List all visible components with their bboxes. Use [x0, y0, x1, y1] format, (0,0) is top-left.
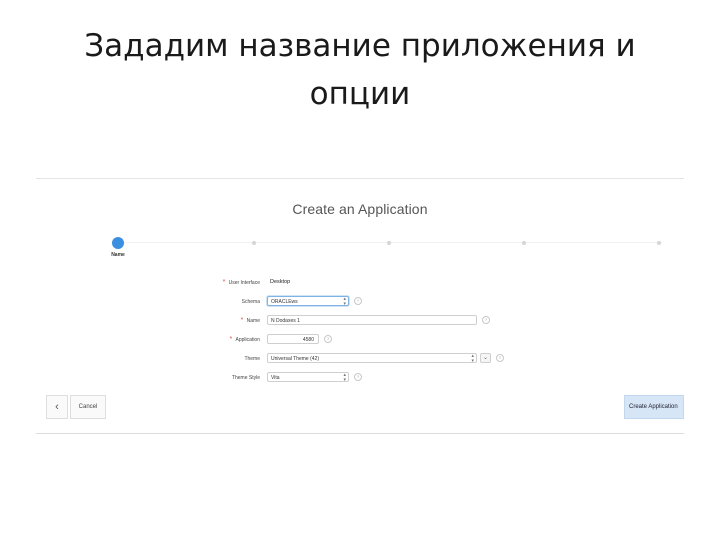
theme-style-label: Theme Style	[231, 375, 260, 381]
select-arrows-icon: ▴ ▾	[343, 372, 346, 383]
create-app-form: * User Interface Desktop Schema ORACLEws …	[208, 275, 528, 389]
chevron-left-icon: ‹	[55, 401, 59, 413]
wizard-step-5[interactable]	[657, 241, 661, 245]
wizard-step-label: Name	[111, 252, 125, 258]
wizard-progress: Name	[36, 235, 684, 265]
theme-select[interactable]: Universal Theme (42) ▴ ▾	[267, 353, 477, 364]
application-id-input[interactable]: 4580	[267, 334, 319, 344]
wizard-step-3[interactable]	[387, 241, 391, 245]
help-icon[interactable]: ?	[354, 373, 362, 381]
theme-style-select[interactable]: Vita ▴ ▾	[267, 372, 349, 383]
slide-title-line-2: опции	[309, 76, 411, 112]
schema-label: Schema	[241, 299, 260, 305]
cancel-button[interactable]: Cancel	[70, 395, 106, 419]
slide-title: Зададим название приложения и опции	[40, 22, 680, 118]
required-marker: *	[240, 317, 244, 324]
chevron-down-icon[interactable]: ⌄	[480, 353, 491, 363]
name-input[interactable]: N Dodaxes 1	[267, 315, 477, 325]
back-button[interactable]: ‹	[46, 395, 68, 419]
row-theme-style: Theme Style Vita ▴ ▾ ?	[208, 370, 528, 389]
row-name: * Name N Dodaxes 1 ?	[208, 313, 528, 332]
name-label: * Name	[240, 317, 260, 324]
help-icon[interactable]: ?	[354, 297, 362, 305]
dialog-footer: ‹ Cancel Create Application	[36, 395, 684, 421]
wizard-step-active[interactable]	[112, 237, 124, 249]
help-icon[interactable]: ?	[482, 316, 490, 324]
dialog-title: Create an Application	[292, 201, 428, 217]
application-label: * Application	[229, 336, 260, 343]
row-theme: Theme Universal Theme (42) ▴ ▾ ⌄ ?	[208, 351, 528, 370]
wizard-step-2[interactable]	[252, 241, 256, 245]
user-interface-value: Desktop	[270, 279, 291, 285]
required-marker: *	[222, 279, 226, 286]
create-application-button[interactable]: Create Application	[624, 395, 684, 419]
row-application: * Application 4580 ?	[208, 332, 528, 351]
help-icon[interactable]: ?	[324, 335, 332, 343]
help-icon[interactable]: ?	[496, 354, 504, 362]
row-user-interface: * User Interface Desktop	[208, 275, 528, 294]
row-schema: Schema ORACLEws ▴ ▾ ?	[208, 294, 528, 313]
select-arrows-icon: ▴ ▾	[471, 353, 474, 364]
app-screenshot: Create an Application Name * User Interfa…	[36, 178, 684, 434]
select-arrows-icon: ▴ ▾	[343, 296, 346, 307]
slide-title-line-1: Зададим название приложения и	[84, 28, 636, 64]
schema-select[interactable]: ORACLEws ▴ ▾	[267, 296, 349, 307]
theme-label: Theme	[244, 356, 260, 362]
user-interface-label: * User Interface	[222, 279, 260, 286]
required-marker: *	[229, 336, 233, 343]
wizard-step-4[interactable]	[522, 241, 526, 245]
